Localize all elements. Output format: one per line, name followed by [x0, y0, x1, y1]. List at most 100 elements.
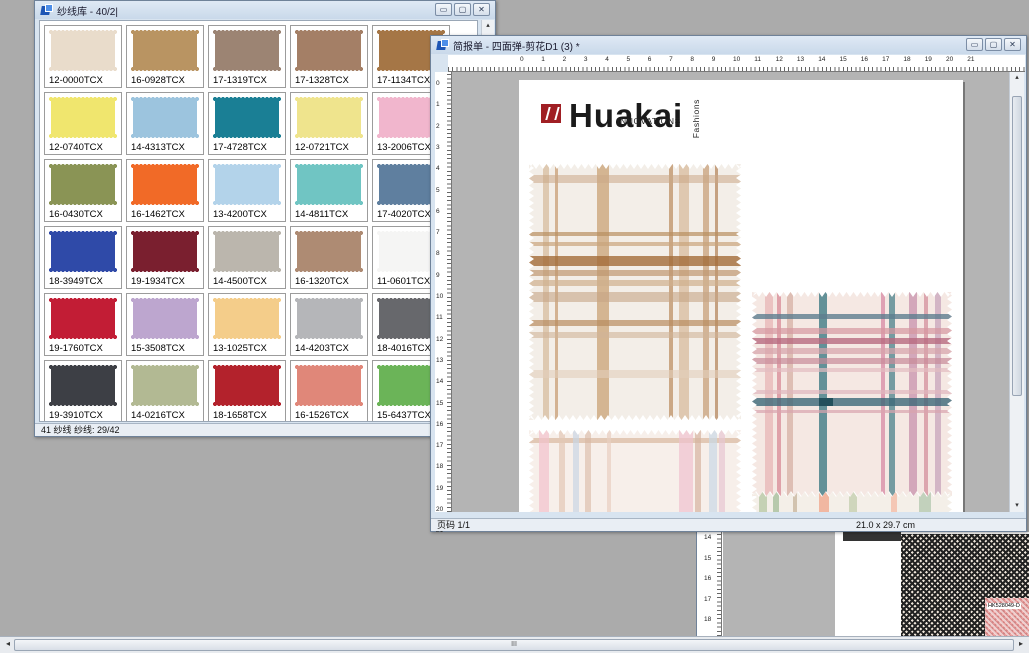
ruler-number: 1: [436, 101, 440, 109]
minimize-button[interactable]: ▭: [966, 38, 983, 51]
yarn-swatch-cell[interactable]: 16-1526TCX: [290, 360, 368, 421]
yarn-code-label: 14-4811TCX: [295, 209, 349, 220]
yarn-swatch-cell[interactable]: 16-1462TCX: [126, 159, 204, 222]
page-indicator: 页码 1/1: [437, 520, 471, 530]
yarn-swatch-cell[interactable]: 13-4200TCX: [208, 159, 286, 222]
yarn-swatch-cell[interactable]: 19-1760TCX: [44, 293, 122, 356]
yarn-code-label: 13-1025TCX: [213, 343, 267, 354]
yarn-swatch-cell[interactable]: 17-1319TCX: [208, 25, 286, 88]
yarn-color-swatch: [295, 298, 363, 339]
yarn-color-swatch: [131, 164, 199, 205]
yarn-swatch-cell[interactable]: 17-1328TCX: [290, 25, 368, 88]
minimize-button[interactable]: ▭: [435, 3, 452, 16]
yarn-code-label: 12-0721TCX: [295, 142, 349, 153]
yarn-swatch-cell[interactable]: 17-4728TCX: [208, 92, 286, 155]
yarn-swatch-cell[interactable]: 12-0740TCX: [44, 92, 122, 155]
report-page[interactable]: Huakai INNOVATIONS Fashions: [519, 80, 963, 512]
ruler-number: 5: [626, 56, 631, 63]
yarn-code-label: 11-0601TCX: [377, 276, 431, 287]
yarn-swatch-cell[interactable]: 12-0000TCX: [44, 25, 122, 88]
yarn-swatch-cell[interactable]: 13-1025TCX: [208, 293, 286, 356]
fabric-swatch-pink-teal-plaid[interactable]: [752, 292, 952, 496]
ruler-number: 4: [605, 56, 609, 63]
yarn-color-swatch: [213, 97, 281, 138]
scroll-down-arrow-icon[interactable]: ▾: [1010, 500, 1024, 512]
yarn-color-swatch: [295, 97, 363, 138]
main-scroll-thumb[interactable]: III: [14, 639, 1014, 651]
background-vertical-ruler: 141516171819: [703, 532, 722, 644]
yarn-swatch-cell[interactable]: 19-3910TCX: [44, 360, 122, 421]
yarn-code-label: 16-1320TCX: [295, 276, 349, 287]
close-button[interactable]: ✕: [473, 3, 490, 16]
yarn-code-label: 13-4200TCX: [213, 209, 267, 220]
fabric-swatch-brown-plaid[interactable]: [529, 164, 741, 420]
ruler-number: 20: [946, 56, 954, 63]
ruler-number: 10: [436, 293, 444, 300]
yarn-swatch-cell[interactable]: 14-4811TCX: [290, 159, 368, 222]
main-horizontal-scrollbar[interactable]: ◂ III ▸: [0, 636, 1029, 653]
yarn-swatch-cell[interactable]: 15-3508TCX: [126, 293, 204, 356]
background-page: HK528049-D: [835, 532, 1029, 636]
ruler-number: 19: [436, 484, 444, 492]
scroll-left-arrow-icon[interactable]: ◂: [2, 639, 14, 651]
yarn-window-titlebar[interactable]: 纱线库 - 40/2| ▭ ▢ ✕: [35, 1, 495, 19]
ruler-number: 12: [775, 56, 783, 63]
ruler-number: 2: [562, 56, 567, 63]
yarn-status-bar: 41 纱线 纱线: 29/42: [35, 423, 495, 436]
yarn-swatch-cell[interactable]: 18-1658TCX: [208, 360, 286, 421]
yarn-color-swatch: [49, 231, 117, 272]
yarn-code-label: 17-1328TCX: [295, 75, 349, 86]
yarn-swatch-cell[interactable]: 16-0430TCX: [44, 159, 122, 222]
yarn-swatch-cell[interactable]: 14-4203TCX: [290, 293, 368, 356]
yarn-window-title: 纱线库 - 40/2|: [57, 6, 118, 18]
close-button[interactable]: ✕: [1004, 38, 1021, 51]
ruler-number: 19: [924, 56, 932, 63]
background-report-window[interactable]: 141516171819 HK528049-D: [696, 532, 1029, 644]
yarn-swatch-cell[interactable]: 14-0216TCX: [126, 360, 204, 421]
ruler-number: 2: [436, 122, 440, 130]
ruler-number: 11: [754, 56, 762, 63]
report-vertical-scrollbar[interactable]: ▴ ▾: [1009, 72, 1024, 512]
fabric-swatch-pale-pink[interactable]: [529, 430, 741, 512]
yarn-swatch-cell[interactable]: 19-1934TCX: [126, 226, 204, 289]
yarn-color-swatch: [131, 298, 199, 339]
scroll-up-arrow-icon[interactable]: ▴: [1010, 72, 1024, 84]
yarn-color-swatch: [49, 365, 117, 406]
scroll-right-arrow-icon[interactable]: ▸: [1015, 639, 1027, 651]
ruler-number: 4: [436, 165, 440, 173]
yarn-color-swatch: [131, 30, 199, 71]
yarn-code-label: 19-1934TCX: [131, 276, 185, 287]
yarn-library-window[interactable]: 纱线库 - 40/2| ▭ ▢ ✕ 12-0000TCX 16-0928TCX 17…: [34, 0, 496, 437]
ruler-number: 1: [541, 56, 545, 63]
vertical-ruler: 0123456789101112131415161718192021: [435, 72, 452, 534]
maximize-button[interactable]: ▢: [985, 38, 1002, 51]
scroll-up-arrow-icon[interactable]: ▴: [482, 20, 494, 32]
report-scroll-thumb[interactable]: [1012, 96, 1022, 396]
yarn-code-label: 15-6437TCX: [377, 410, 431, 421]
yarn-code-label: 12-0000TCX: [49, 75, 103, 86]
report-canvas[interactable]: Huakai INNOVATIONS Fashions: [452, 72, 1009, 512]
ruler-number: 17: [882, 56, 890, 63]
yarn-swatch-cell[interactable]: 16-0928TCX: [126, 25, 204, 88]
yarn-code-label: 15-3508TCX: [131, 343, 185, 354]
yarn-swatch-cell[interactable]: 14-4313TCX: [126, 92, 204, 155]
yarn-color-swatch: [295, 365, 363, 406]
yarn-swatch-cell[interactable]: 16-1320TCX: [290, 226, 368, 289]
report-window[interactable]: 简报单 - 四面弹-剪花D1 (3) * ▭ ▢ ✕ 0 1 2 3 4 5 6 7 8 9 10 1…: [430, 35, 1027, 534]
yarn-color-swatch: [295, 30, 363, 71]
maximize-button[interactable]: ▢: [454, 3, 471, 16]
yarn-swatch-cell[interactable]: 12-0721TCX: [290, 92, 368, 155]
yarn-swatch-cell[interactable]: 14-4500TCX: [208, 226, 286, 289]
ruler-number: 18: [704, 616, 712, 623]
fabric-fringe: [843, 532, 901, 541]
yarn-code-label: 16-1526TCX: [295, 410, 349, 421]
ruler-number: 9: [436, 271, 440, 279]
report-window-titlebar[interactable]: 简报单 - 四面弹-剪花D1 (3) * ▭ ▢ ✕: [431, 36, 1026, 54]
background-canvas-gap: [723, 532, 835, 636]
ruler-number: 9: [711, 56, 716, 63]
yarn-code-label: 19-3910TCX: [49, 410, 103, 421]
ruler-number: 0: [520, 56, 524, 63]
yarn-code-label: 16-0430TCX: [49, 209, 103, 220]
yarn-swatch-cell[interactable]: 18-3949TCX: [44, 226, 122, 289]
ruler-number: 7: [436, 229, 440, 237]
